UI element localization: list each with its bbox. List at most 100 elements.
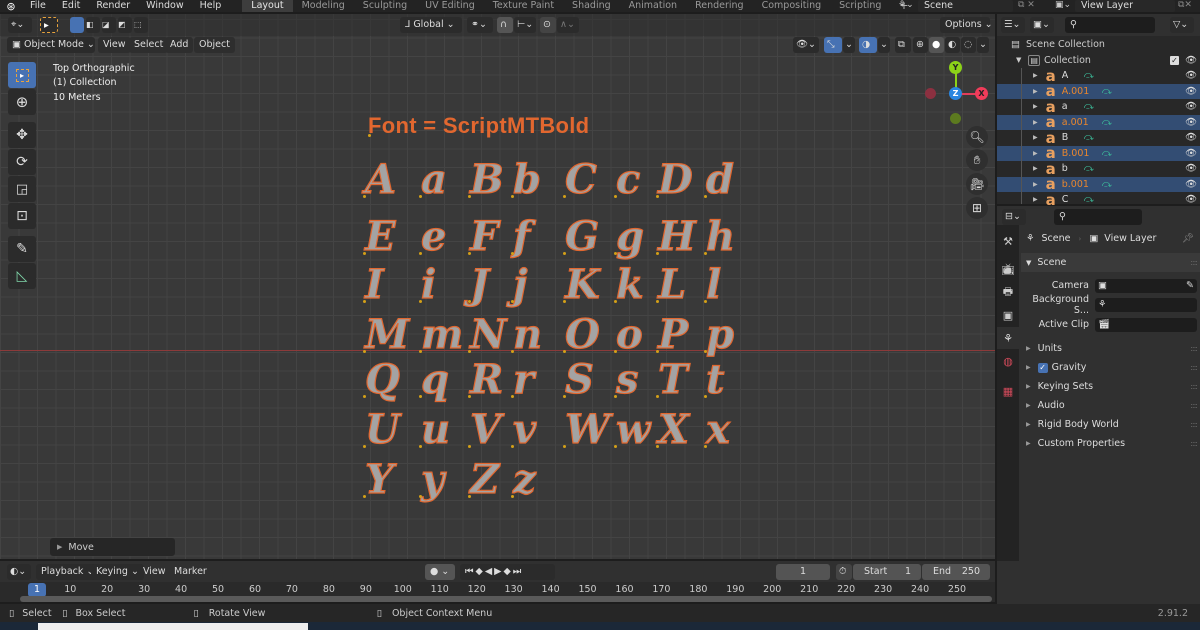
- text-object-letter[interactable]: a: [420, 159, 447, 200]
- last-operator-panel[interactable]: ▶ Move: [50, 538, 175, 556]
- pan-view-button[interactable]: ✋︎: [966, 149, 988, 171]
- subpanel-header[interactable]: ▶ Units::::: [1021, 339, 1200, 358]
- tab-render[interactable]: 📺︎: [997, 258, 1019, 280]
- subpanel-header[interactable]: ▶ ✓ Gravity::::: [1021, 358, 1200, 377]
- visibility-eye-icon[interactable]: 👁︎: [1185, 194, 1197, 205]
- tab-uv-editing[interactable]: UV Editing: [416, 0, 484, 12]
- text-object-letter[interactable]: b: [512, 159, 541, 200]
- text-object-letter[interactable]: e: [420, 216, 447, 257]
- editor-type-button[interactable]: ◐⌄: [7, 564, 31, 580]
- select-mode-intersect-button[interactable]: ⬚: [134, 17, 148, 33]
- auto-keying-toggle[interactable]: ● ⌄: [425, 564, 455, 580]
- subpanel-header[interactable]: ▶ Audio::::: [1021, 396, 1200, 415]
- gizmo-x[interactable]: X: [975, 87, 988, 100]
- curve-data-icon[interactable]: ⤼: [1084, 132, 1094, 143]
- select-mode-invert-button[interactable]: ◩: [118, 17, 132, 33]
- visibility-eye-icon[interactable]: 👁︎: [1185, 179, 1197, 190]
- curve-data-icon[interactable]: ⤼: [1084, 194, 1094, 205]
- end-frame-field[interactable]: End 250: [922, 564, 990, 580]
- proportional-edit-toggle[interactable]: ⊙: [540, 17, 556, 33]
- curve-data-icon[interactable]: ⤼: [1084, 163, 1094, 174]
- preview-range-toggle[interactable]: ⏱: [836, 564, 852, 580]
- text-object-letter[interactable]: A: [364, 159, 396, 200]
- gizmo-toggle[interactable]: ⤡: [824, 37, 842, 53]
- expand-icon[interactable]: ▶: [1033, 165, 1038, 172]
- text-object-letter[interactable]: q: [420, 359, 449, 400]
- visibility-eye-icon[interactable]: 👁︎: [1185, 148, 1197, 159]
- text-object-letter[interactable]: C: [564, 159, 597, 200]
- gizmo-dropdown[interactable]: ⌄: [843, 37, 855, 53]
- text-object-letter[interactable]: j: [512, 264, 528, 305]
- drag-handle[interactable]: ::::: [1190, 363, 1198, 372]
- eyedropper-icon[interactable]: ✎: [1186, 279, 1194, 293]
- select-mode-new-button[interactable]: [70, 17, 84, 33]
- measure-tool[interactable]: ◺: [8, 263, 36, 289]
- shading-dropdown[interactable]: ⌄: [977, 37, 989, 53]
- text-object-letter[interactable]: d: [705, 159, 734, 200]
- text-object-letter[interactable]: B: [469, 159, 504, 200]
- tab-scene[interactable]: ⚘: [997, 327, 1019, 349]
- text-object-letter[interactable]: Z: [469, 459, 499, 500]
- drag-handle[interactable]: ::::: [1190, 401, 1198, 410]
- text-object-letter[interactable]: U: [364, 409, 400, 450]
- visibility-dropdown[interactable]: 👁⌄: [793, 37, 819, 53]
- zoom-view-button[interactable]: 🔍︎: [966, 126, 988, 148]
- tab-sculpting[interactable]: Sculpting: [354, 0, 416, 12]
- pivot-point-dropdown[interactable]: ⚭⌄: [467, 17, 493, 33]
- drag-handle[interactable]: ::::: [1190, 344, 1198, 353]
- menu-add[interactable]: Add: [165, 37, 194, 53]
- current-frame-field[interactable]: 1: [776, 564, 830, 580]
- tab-tool[interactable]: ⚒: [997, 230, 1019, 252]
- text-object-letter[interactable]: X: [657, 409, 689, 450]
- menu-select[interactable]: Select: [129, 37, 169, 53]
- text-object-letter[interactable]: x: [705, 409, 730, 450]
- curve-data-icon[interactable]: ⤼: [1084, 70, 1094, 81]
- tab-shading[interactable]: Shading: [563, 0, 620, 12]
- object-mode-dropdown[interactable]: ▣ Object Mode ⌄: [7, 37, 95, 53]
- scale-tool[interactable]: ◲: [8, 176, 36, 202]
- outliner-search-input[interactable]: ⚲: [1065, 17, 1155, 33]
- view-menu[interactable]: View: [138, 564, 171, 580]
- options-dropdown[interactable]: Options ⌄: [940, 17, 993, 33]
- text-object-letter[interactable]: I: [364, 264, 384, 305]
- menu-window[interactable]: Window: [138, 0, 191, 12]
- navigation-gizmo[interactable]: Y Z X: [920, 58, 992, 130]
- ortho-toggle-button[interactable]: ⊞: [966, 197, 988, 219]
- rotate-tool[interactable]: ⟳: [8, 149, 36, 175]
- curve-data-icon[interactable]: ⤼: [1102, 86, 1112, 97]
- text-object-letter[interactable]: G: [564, 216, 599, 257]
- text-object-letter[interactable]: E: [364, 216, 396, 257]
- expand-icon[interactable]: ▶: [1033, 134, 1038, 141]
- filter-view-dropdown[interactable]: ▣⌄: [1030, 17, 1054, 33]
- outliner-item[interactable]: ▶ a A ⤼ 👁︎: [997, 68, 1200, 84]
- outliner-item[interactable]: ▶ a A.001 ⤼ 👁︎: [997, 83, 1200, 99]
- select-box-tool[interactable]: ▸: [8, 62, 36, 88]
- gizmo-y[interactable]: Y: [949, 61, 962, 74]
- shading-wireframe[interactable]: ⊕: [913, 37, 928, 53]
- text-object-letter[interactable]: K: [564, 264, 600, 305]
- text-object-letter[interactable]: i: [420, 264, 436, 305]
- curve-data-icon[interactable]: ⤼: [1102, 117, 1112, 128]
- curve-data-icon[interactable]: ⤼: [1102, 148, 1112, 159]
- text-object-letter[interactable]: V: [469, 409, 501, 450]
- expand-icon[interactable]: ▶: [1033, 72, 1038, 79]
- text-object-letter[interactable]: f: [512, 216, 530, 257]
- subpanel-header[interactable]: ▶ Keying Sets::::: [1021, 377, 1200, 396]
- expand-icon[interactable]: ▶: [1033, 119, 1038, 126]
- annotate-tool[interactable]: ✎: [8, 236, 36, 262]
- text-object-letter[interactable]: P: [657, 314, 688, 355]
- move-tool[interactable]: ✥: [8, 122, 36, 148]
- tab-view-layer[interactable]: ▣: [997, 304, 1019, 326]
- visibility-eye-icon[interactable]: 👁︎: [1185, 163, 1197, 174]
- property-field[interactable]: 🎬︎: [1095, 317, 1197, 332]
- curve-data-icon[interactable]: ⤼: [1102, 179, 1112, 190]
- outliner-item[interactable]: ▶ a a ⤼ 👁︎: [997, 99, 1200, 115]
- text-object-letter[interactable]: M: [364, 314, 409, 355]
- tab-layout[interactable]: Layout: [242, 0, 293, 12]
- property-field[interactable]: ⚘: [1095, 298, 1197, 312]
- menu-view[interactable]: View: [98, 37, 131, 53]
- visibility-eye-icon[interactable]: 👁︎: [1185, 55, 1197, 66]
- text-object-letter[interactable]: c: [615, 159, 641, 200]
- tab-world[interactable]: ◍: [997, 350, 1019, 372]
- tab-texture-paint[interactable]: Texture Paint: [484, 0, 563, 12]
